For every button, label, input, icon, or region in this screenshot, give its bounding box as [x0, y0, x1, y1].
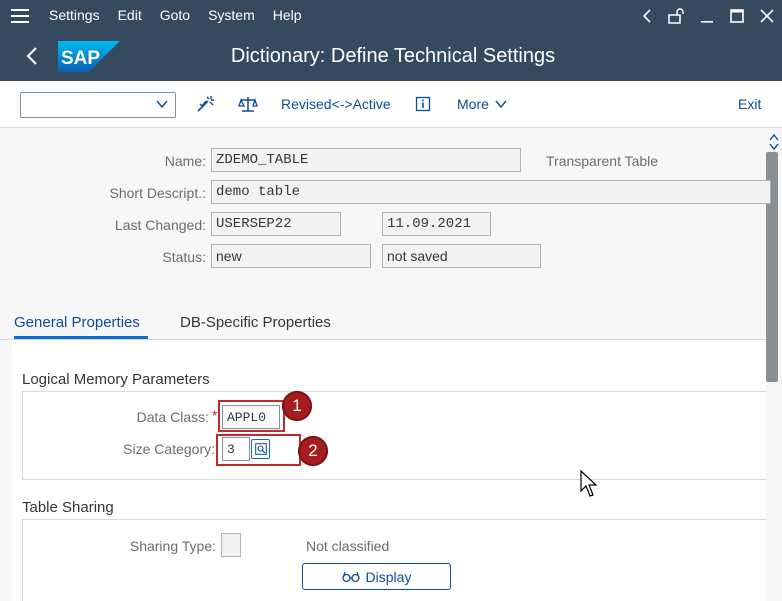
table-sharing-title: Table Sharing	[22, 499, 114, 516]
exit-button[interactable]: Exit	[738, 96, 761, 112]
page-title: Dictionary: Define Technical Settings	[230, 45, 556, 67]
check-wand-icon[interactable]	[195, 93, 217, 115]
collapse-chevron-left-icon[interactable]	[632, 0, 662, 31]
chevron-down-icon[interactable]	[155, 97, 169, 114]
data-class-label: Data Class:	[136, 409, 209, 425]
sharing-type-label: Sharing Type:	[129, 538, 216, 554]
status-label: Status:	[162, 249, 206, 265]
hamburger-menu-icon[interactable]	[0, 0, 40, 31]
display-button-label: Display	[365, 568, 412, 585]
info-icon[interactable]	[412, 93, 434, 115]
glasses-icon	[341, 571, 360, 582]
name-field: ZDEMO_TABLE	[211, 148, 521, 172]
logical-memory-title: Logical Memory Parameters	[22, 371, 210, 388]
last-changed-label: Last Changed:	[114, 217, 206, 233]
scroll-down-icon[interactable]	[768, 140, 780, 152]
menu-settings[interactable]: Settings	[40, 0, 109, 31]
highlight-box-2	[216, 434, 301, 466]
annotation-badge-2: 2	[298, 436, 328, 466]
unlock-icon[interactable]	[662, 0, 692, 31]
name-label: Name:	[164, 153, 206, 169]
short-description-label: Short Descript.:	[109, 185, 206, 201]
sharing-classification-text: Not classified	[306, 538, 390, 554]
window-controls	[632, 0, 782, 31]
sharing-type-field	[221, 533, 241, 557]
last-changed-user-field: USERSEP22	[211, 212, 341, 236]
highlight-box-1	[218, 400, 285, 432]
more-menu-button[interactable]: More	[457, 96, 507, 112]
close-icon[interactable]	[752, 0, 782, 31]
required-asterisk: *	[212, 407, 218, 423]
mouse-cursor-icon	[580, 469, 598, 501]
tab-db-specific-properties[interactable]: DB-Specific Properties	[180, 314, 331, 331]
status-field: new	[211, 244, 371, 268]
short-description-field: demo table	[211, 180, 771, 204]
scale-compare-icon[interactable]	[237, 93, 259, 115]
menu-edit[interactable]: Edit	[109, 0, 151, 31]
maximize-icon[interactable]	[722, 0, 752, 31]
command-field[interactable]	[20, 92, 176, 118]
menu-help[interactable]: Help	[264, 0, 311, 31]
annotation-badge-1: 1	[282, 391, 312, 421]
more-label: More	[457, 96, 489, 112]
table-type-text: Transparent Table	[546, 153, 659, 169]
tab-general-properties[interactable]: General Properties	[14, 314, 140, 331]
toolbar: Revised<->Active More Exit	[0, 81, 782, 128]
logical-memory-group	[22, 391, 766, 480]
chevron-down-icon	[495, 100, 507, 109]
save-status-field: not saved	[382, 244, 541, 268]
size-category-label: Size Category:	[123, 441, 215, 457]
revised-active-button[interactable]: Revised<->Active	[281, 96, 391, 112]
display-button[interactable]: Display	[302, 563, 451, 590]
menu-system[interactable]: System	[199, 0, 264, 31]
last-changed-date-field: 11.09.2021	[382, 212, 491, 236]
menu-bar: Settings Edit Goto System Help	[0, 0, 782, 31]
title-bar: SAP Dictionary: Define Technical Setting…	[0, 31, 782, 81]
minimize-icon[interactable]	[692, 0, 722, 31]
menu-goto[interactable]: Goto	[151, 0, 199, 31]
